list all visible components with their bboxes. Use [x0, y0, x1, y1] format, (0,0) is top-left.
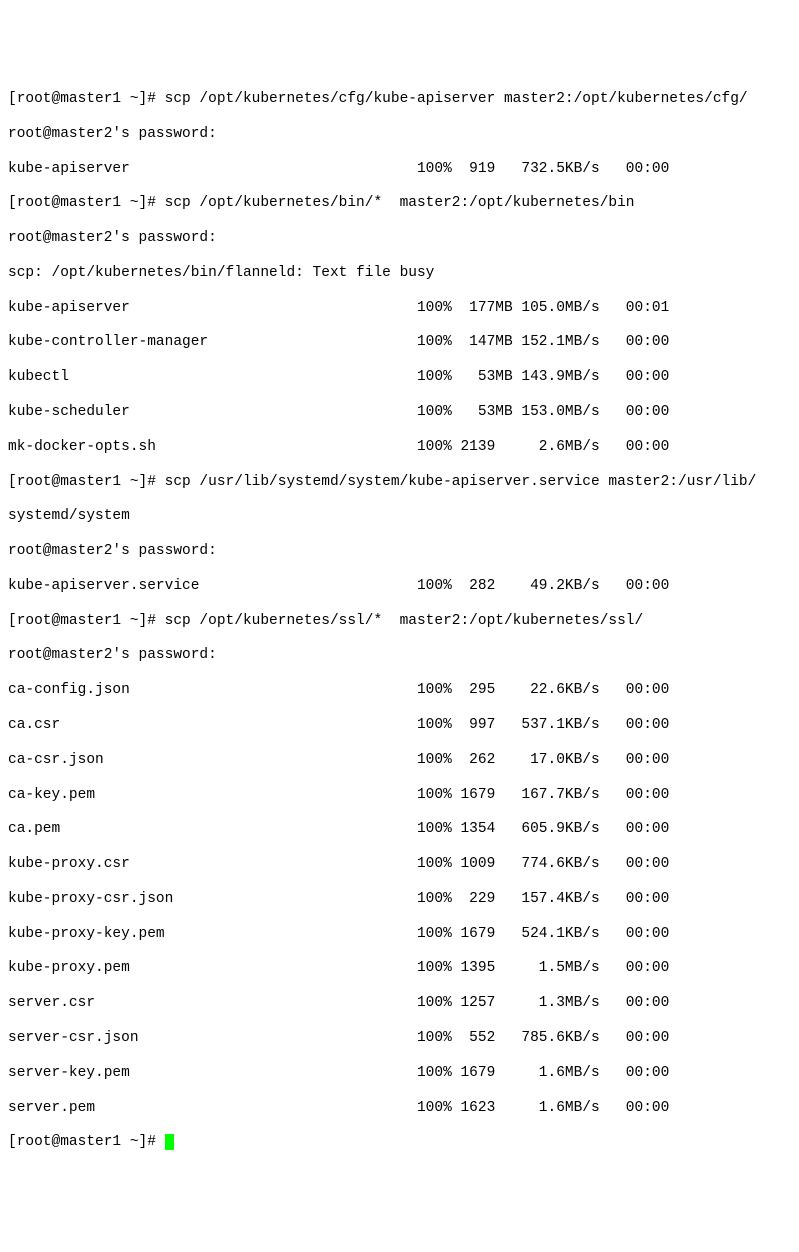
scp-progress: server-csr.json 100% 552 785.6KB/s 00:00 — [8, 1030, 791, 1047]
scp-progress: kube-apiserver.service 100% 282 49.2KB/s… — [8, 578, 791, 595]
prompt-command: [root@master1 ~]# scp /opt/kubernetes/bi… — [8, 195, 791, 212]
scp-progress: kube-controller-manager 100% 147MB 152.1… — [8, 334, 791, 351]
scp-progress: kube-proxy.pem 100% 1395 1.5MB/s 00:00 — [8, 960, 791, 977]
prompt-command: [root@master1 ~]# scp /opt/kubernetes/ss… — [8, 613, 791, 630]
scp-progress: server-key.pem 100% 1679 1.6MB/s 00:00 — [8, 1065, 791, 1082]
scp-progress: server.pem 100% 1623 1.6MB/s 00:00 — [8, 1100, 791, 1117]
scp-error: scp: /opt/kubernetes/bin/flanneld: Text … — [8, 265, 791, 282]
scp-progress: kube-apiserver 100% 919 732.5KB/s 00:00 — [8, 161, 791, 178]
scp-progress: ca-key.pem 100% 1679 167.7KB/s 00:00 — [8, 787, 791, 804]
scp-progress: kube-apiserver 100% 177MB 105.0MB/s 00:0… — [8, 300, 791, 317]
prompt-command-contd: systemd/system — [8, 508, 791, 525]
cursor-icon — [165, 1134, 174, 1150]
scp-progress: kube-scheduler 100% 53MB 153.0MB/s 00:00 — [8, 404, 791, 421]
scp-progress: kube-proxy-key.pem 100% 1679 524.1KB/s 0… — [8, 926, 791, 943]
scp-progress: ca.pem 100% 1354 605.9KB/s 00:00 — [8, 821, 791, 838]
prompt-ready[interactable]: [root@master1 ~]# — [8, 1134, 791, 1151]
scp-progress: mk-docker-opts.sh 100% 2139 2.6MB/s 00:0… — [8, 439, 791, 456]
password-prompt: root@master2's password: — [8, 126, 791, 143]
scp-progress: ca.csr 100% 997 537.1KB/s 00:00 — [8, 717, 791, 734]
password-prompt: root@master2's password: — [8, 543, 791, 560]
scp-progress: kube-proxy-csr.json 100% 229 157.4KB/s 0… — [8, 891, 791, 908]
password-prompt: root@master2's password: — [8, 230, 791, 247]
password-prompt: root@master2's password: — [8, 647, 791, 664]
prompt-command: [root@master1 ~]# scp /usr/lib/systemd/s… — [8, 474, 791, 491]
scp-progress: server.csr 100% 1257 1.3MB/s 00:00 — [8, 995, 791, 1012]
scp-progress: ca-csr.json 100% 262 17.0KB/s 00:00 — [8, 752, 791, 769]
prompt-command: [root@master1 ~]# scp /opt/kubernetes/cf… — [8, 91, 791, 108]
terminal-output[interactable]: [root@master1 ~]# scp /opt/kubernetes/cf… — [8, 74, 791, 1170]
scp-progress: ca-config.json 100% 295 22.6KB/s 00:00 — [8, 682, 791, 699]
scp-progress: kubectl 100% 53MB 143.9MB/s 00:00 — [8, 369, 791, 386]
scp-progress: kube-proxy.csr 100% 1009 774.6KB/s 00:00 — [8, 856, 791, 873]
prompt-text: [root@master1 ~]# — [8, 1134, 165, 1150]
